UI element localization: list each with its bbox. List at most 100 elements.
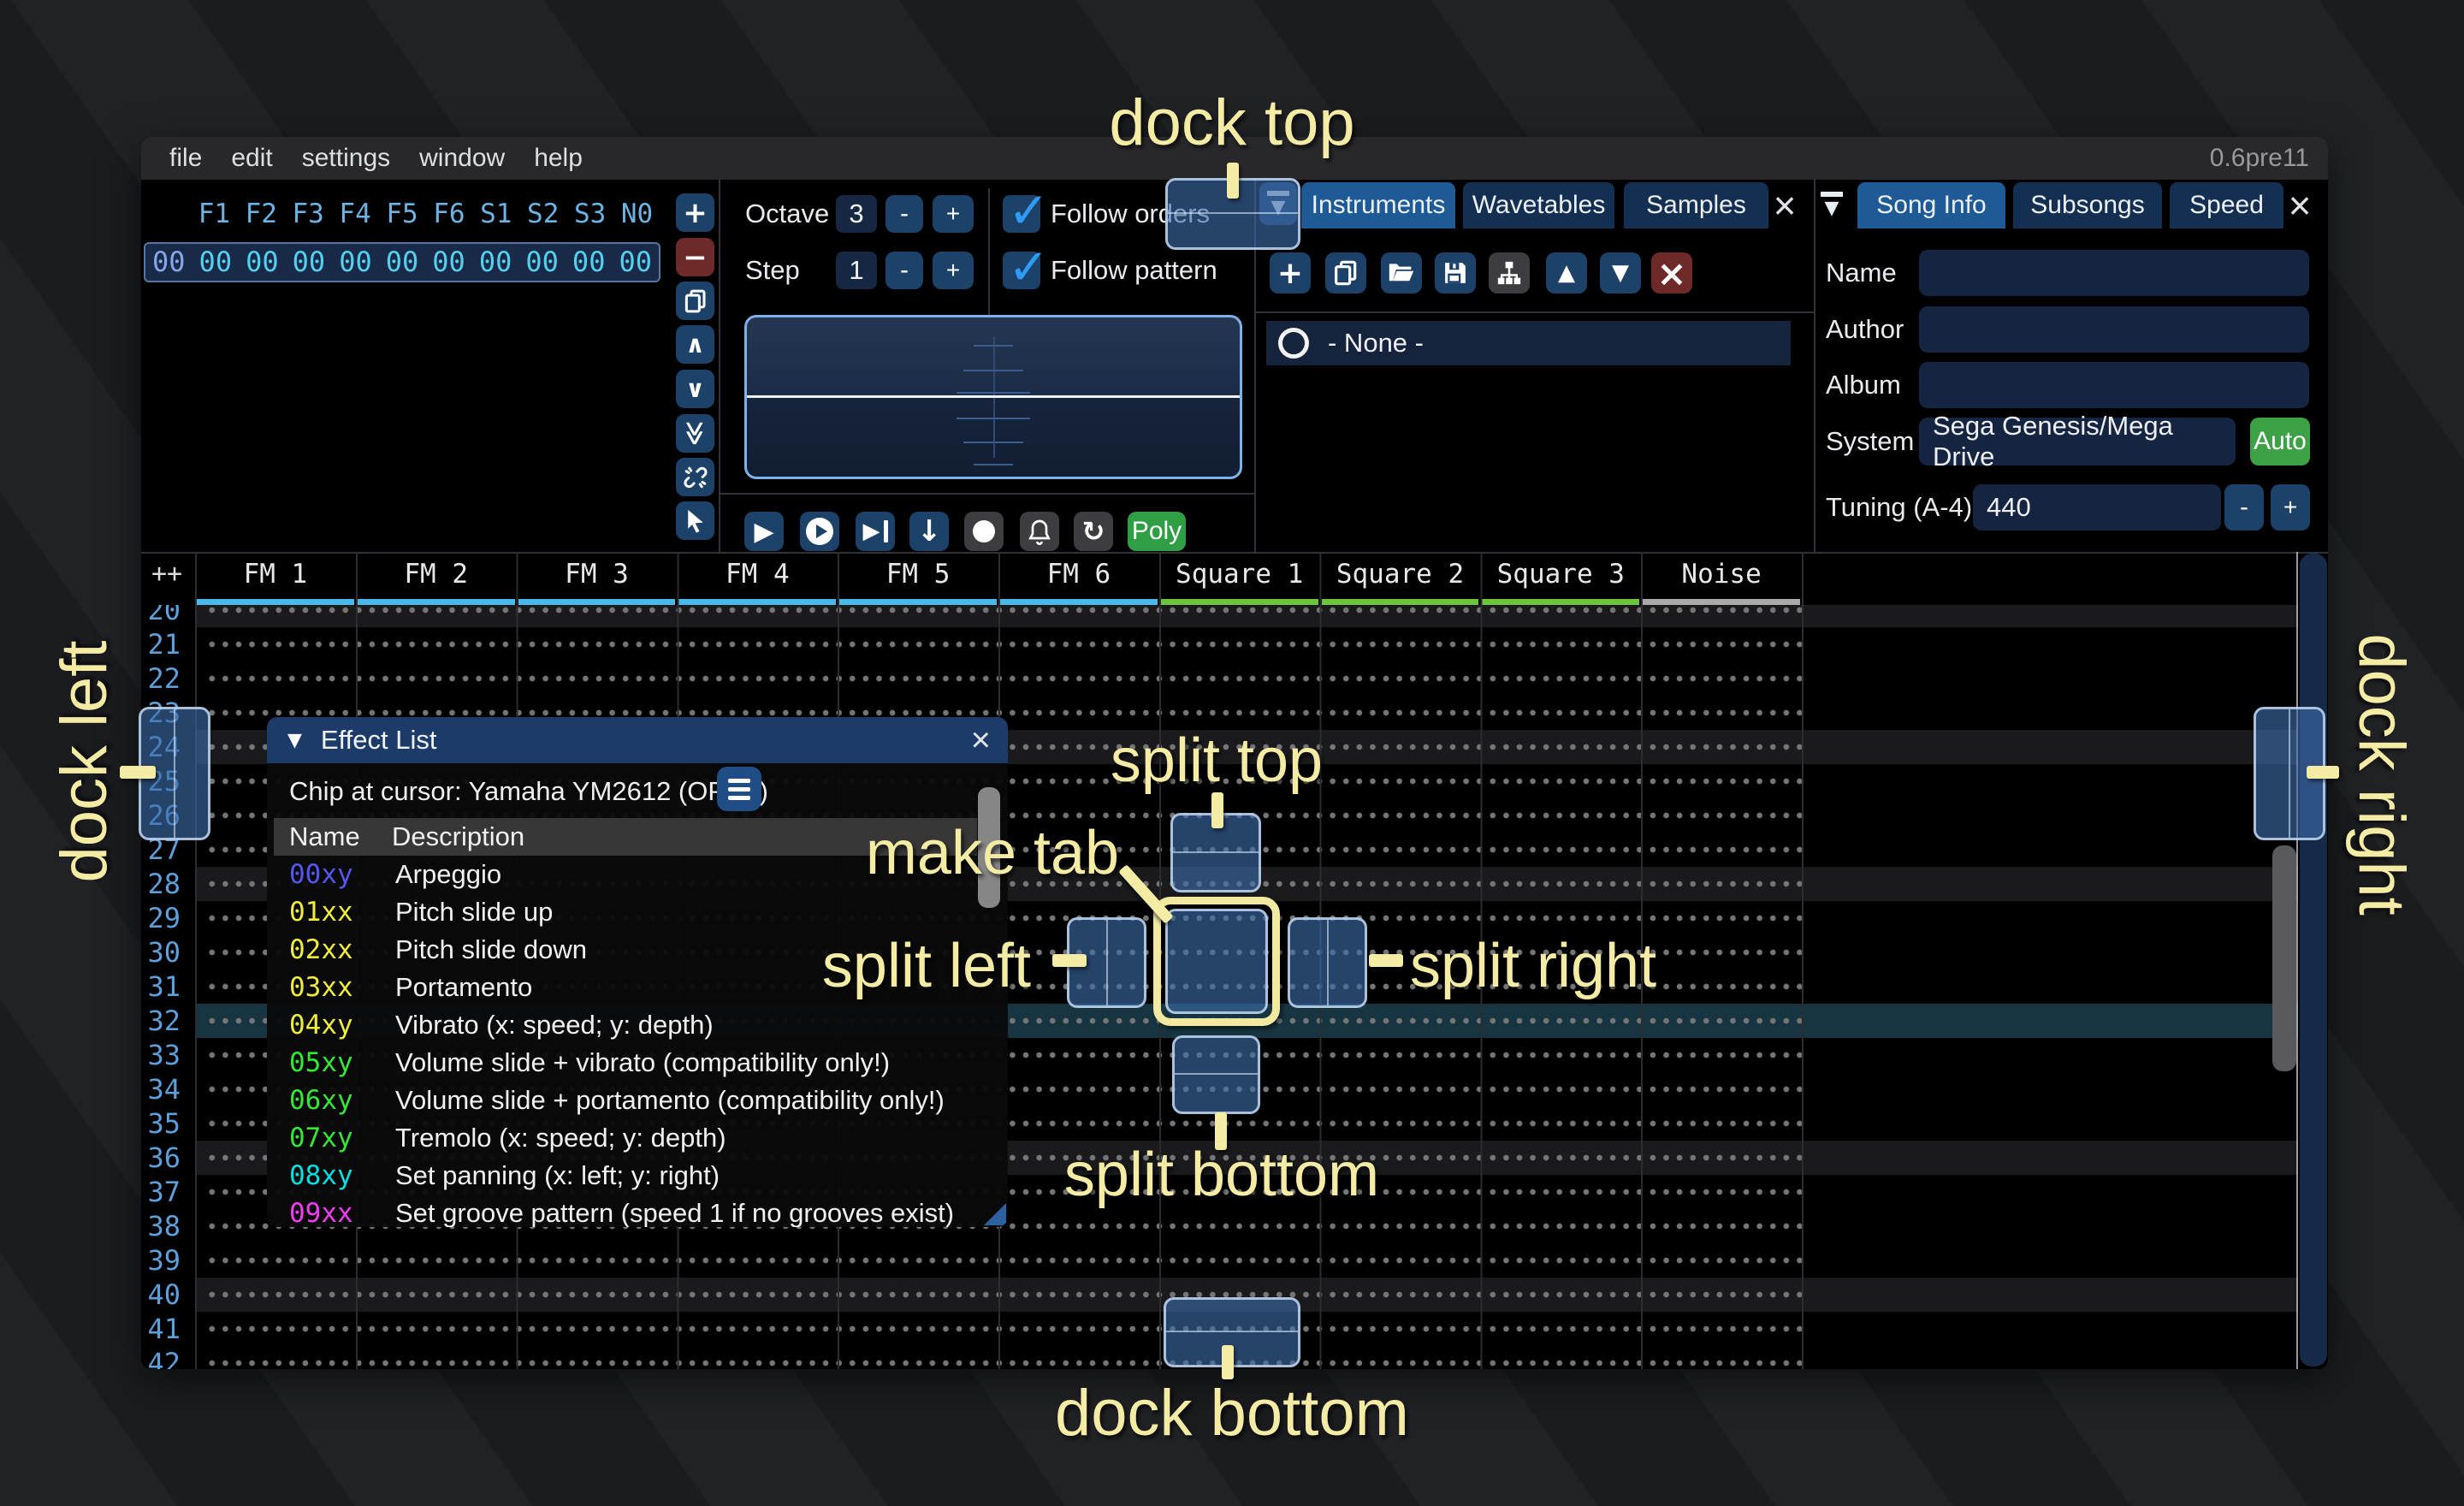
channel-header-fm-4[interactable]: FM 4 — [677, 557, 838, 591]
instrument-tree-view-button[interactable] — [1489, 252, 1530, 293]
order-row-number[interactable]: 00 — [145, 244, 192, 281]
order-cell[interactable]: 00 — [612, 244, 659, 281]
order-duplicate-button[interactable] — [676, 282, 714, 320]
octave-value[interactable]: 3 — [836, 195, 877, 233]
follow-pattern-checkbox[interactable]: ✓ — [1003, 252, 1040, 289]
order-cell[interactable]: 00 — [192, 244, 240, 281]
order-remove-button[interactable]: − — [676, 238, 714, 276]
pattern-row-cells[interactable] — [205, 1312, 1802, 1346]
window-resize-grip[interactable] — [984, 1203, 1006, 1225]
system-input[interactable]: Sega Genesis/Mega Drive — [1919, 418, 2236, 465]
channel-header-fm-1[interactable]: FM 1 — [195, 557, 356, 591]
panel-collapse-button[interactable]: ▼ — [1821, 192, 1843, 217]
order-cell[interactable]: 00 — [286, 244, 333, 281]
step-row-button[interactable]: ↓ — [909, 512, 949, 551]
record-button[interactable] — [964, 512, 1004, 551]
pattern-row-cells[interactable] — [205, 605, 1802, 627]
order-move-down-button[interactable]: ∨ — [676, 370, 714, 408]
split-target-bottom[interactable] — [1172, 1035, 1260, 1114]
follow-pattern-label[interactable]: Follow pattern — [1051, 252, 1217, 289]
instrument-delete-button[interactable]: × — [1651, 252, 1692, 293]
poly-button[interactable]: Poly — [1128, 512, 1186, 551]
tab-instruments[interactable]: Instruments — [1301, 182, 1455, 228]
instrument-duplicate-button[interactable] — [1325, 252, 1366, 293]
order-row[interactable]: 0000000000000000000000 — [144, 242, 660, 282]
octave-minus-button[interactable]: - — [886, 195, 923, 233]
order-cell[interactable]: 00 — [379, 244, 426, 281]
pattern-row-cells[interactable] — [205, 1243, 1802, 1278]
menu-item-file[interactable]: file — [155, 144, 216, 173]
play-button[interactable]: ▶ — [744, 512, 784, 551]
follow-orders-checkbox[interactable]: ✓ — [1003, 195, 1040, 233]
tuning-minus-button[interactable]: - — [2224, 484, 2264, 531]
order-cell[interactable]: 00 — [332, 244, 379, 281]
instrument-open-button[interactable] — [1381, 252, 1422, 293]
repeat-button[interactable]: ↻ — [1074, 512, 1113, 551]
effect-list-titlebar[interactable]: ▼ Effect List × — [267, 717, 1008, 763]
effect-list-menu-button[interactable] — [717, 767, 761, 811]
channel-header-noise[interactable]: Noise — [1641, 557, 1802, 591]
channel-header-square-3[interactable]: Square 3 — [1480, 557, 1641, 591]
row-number: 31 — [141, 969, 181, 1004]
instruments-close-button[interactable]: × — [1770, 182, 1799, 228]
instrument-move-up-button[interactable]: ▲ — [1546, 252, 1587, 293]
step-play-button[interactable]: ▶ — [856, 512, 895, 551]
pattern-scrollbar-track[interactable] — [2300, 554, 2327, 1367]
pattern-row[interactable]: 20 — [141, 605, 2328, 627]
order-duplicate-end-button[interactable]: ≫ — [676, 414, 714, 453]
order-cell[interactable]: 00 — [239, 244, 286, 281]
system-auto-button[interactable]: Auto — [2250, 418, 2310, 465]
tab-samples[interactable]: Samples — [1624, 182, 1768, 228]
tab-wavetables[interactable]: Wavetables — [1463, 182, 1614, 228]
pattern-row[interactable]: 39 — [141, 1243, 2328, 1278]
order-cell[interactable]: 00 — [425, 244, 472, 281]
order-move-up-button[interactable]: ∧ — [676, 325, 714, 364]
pattern-row[interactable]: 22 — [141, 661, 2328, 696]
play-pattern-button[interactable] — [800, 512, 839, 551]
order-channel-headers: F1F2F3F4F5F6S1S2S3N0 — [144, 199, 660, 229]
octave-plus-button[interactable]: + — [933, 195, 974, 233]
collapse-triangle-icon[interactable]: ▼ — [287, 730, 302, 751]
channel-header-square-2[interactable]: Square 2 — [1320, 557, 1481, 591]
channel-header-fm-5[interactable]: FM 5 — [838, 557, 998, 591]
menu-item-help[interactable]: help — [519, 144, 597, 173]
pattern-row-cells[interactable] — [205, 1278, 1802, 1312]
pattern-row[interactable]: 21 — [141, 627, 2328, 661]
channel-header-fm-2[interactable]: FM 2 — [356, 557, 517, 591]
order-cell[interactable]: 00 — [518, 244, 566, 281]
pattern-expand-button[interactable]: ++ — [151, 559, 182, 589]
tab-speed[interactable]: Speed — [2170, 182, 2283, 228]
tab-song-info[interactable]: Song Info — [1857, 182, 2005, 228]
step-value[interactable]: 1 — [836, 252, 877, 289]
order-edit-mode-button[interactable] — [676, 501, 714, 540]
pattern-row-cells[interactable] — [205, 627, 1802, 661]
instrument-add-button[interactable]: + — [1270, 252, 1311, 293]
step-plus-button[interactable]: + — [933, 252, 974, 289]
order-cell[interactable]: 00 — [472, 244, 519, 281]
menu-item-settings[interactable]: settings — [287, 144, 405, 173]
tuning-plus-button[interactable]: + — [2271, 484, 2310, 531]
author-input[interactable] — [1919, 306, 2309, 353]
menu-item-edit[interactable]: edit — [216, 144, 287, 173]
split-target-right[interactable] — [1288, 917, 1367, 1008]
channel-header-square-1[interactable]: Square 1 — [1159, 557, 1320, 591]
tab-subsongs[interactable]: Subsongs — [2013, 182, 2162, 228]
song-info-close-button[interactable]: × — [2285, 182, 2314, 228]
channel-header-fm-3[interactable]: FM 3 — [517, 557, 678, 591]
pattern-scrollbar-thumb[interactable] — [2272, 845, 2296, 1071]
order-deep-clone-button[interactable] — [676, 458, 714, 496]
menu-item-window[interactable]: window — [405, 144, 519, 173]
order-cell[interactable]: 00 — [566, 244, 613, 281]
instrument-move-down-button[interactable]: ▼ — [1600, 252, 1641, 293]
metronome-button[interactable] — [1020, 512, 1059, 551]
name-input[interactable] — [1919, 250, 2309, 296]
instrument-list-item-none[interactable]: - None - — [1266, 321, 1791, 365]
instrument-save-button[interactable] — [1435, 252, 1476, 293]
pattern-row-cells[interactable] — [205, 1346, 1802, 1369]
order-add-button[interactable]: + — [676, 193, 714, 232]
tuning-input[interactable]: 440 — [1973, 484, 2221, 531]
step-minus-button[interactable]: - — [886, 252, 923, 289]
pattern-row-cells[interactable] — [205, 661, 1802, 696]
album-input[interactable] — [1919, 362, 2309, 408]
channel-header-fm-6[interactable]: FM 6 — [998, 557, 1159, 591]
